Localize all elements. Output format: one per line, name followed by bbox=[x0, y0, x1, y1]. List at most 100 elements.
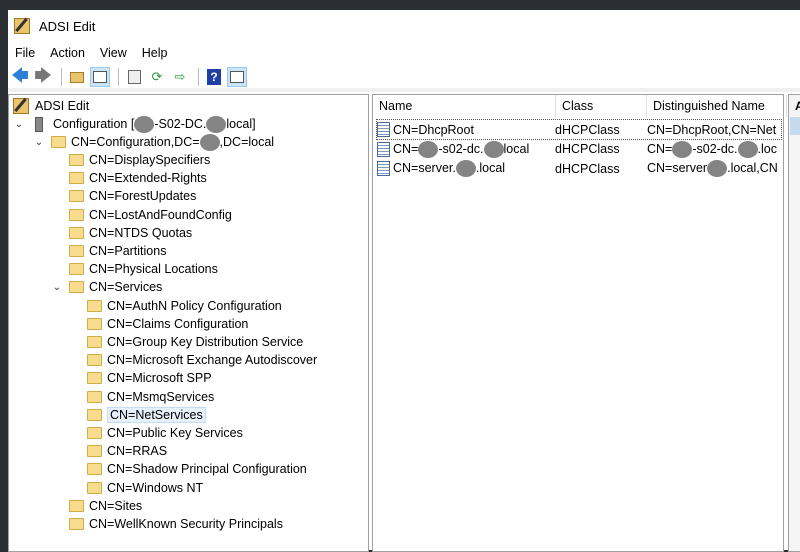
folder-icon bbox=[87, 481, 102, 494]
tree-item[interactable]: CN=Sites bbox=[69, 497, 142, 515]
dn-part: CN=server bbox=[647, 160, 708, 175]
action-pane: A bbox=[788, 94, 800, 552]
menu-view[interactable]: View bbox=[100, 46, 127, 60]
tree-item-label: CN=Windows NT bbox=[107, 480, 204, 495]
tree-item-label: CN=Microsoft Exchange Autodiscover bbox=[107, 353, 318, 368]
folder-icon bbox=[87, 408, 102, 421]
list-row[interactable]: CN= -s02-dc. local dHCPClass CN= -s02-dc. .loc… bbox=[377, 140, 781, 159]
tree-item[interactable]: CN=Physical Locations bbox=[69, 260, 218, 278]
folder-icon bbox=[69, 281, 84, 294]
redaction bbox=[707, 160, 728, 177]
tree-item[interactable]: ⌄ CN=Services bbox=[51, 278, 163, 296]
folder-icon bbox=[69, 226, 84, 239]
tree-item[interactable]: CN=Partitions bbox=[69, 242, 166, 260]
menu-action[interactable]: Action bbox=[50, 46, 85, 60]
tree-item-label: CN=Physical Locations bbox=[89, 262, 218, 277]
action-pane-selected-item[interactable] bbox=[790, 117, 800, 135]
forward-icon[interactable]: 🡆 bbox=[33, 66, 53, 87]
dn-cell: CN=server .local,CN= bbox=[647, 160, 777, 177]
folder-icon bbox=[87, 299, 102, 312]
tree-item[interactable]: CN=NetServices bbox=[87, 406, 206, 424]
toolbar: 🡄 🡆 ⟳ ⇨ ? bbox=[8, 66, 800, 92]
properties-icon[interactable] bbox=[124, 67, 144, 87]
adsi-edit-icon bbox=[14, 18, 30, 34]
menu-file[interactable]: File bbox=[15, 46, 35, 60]
tree-item[interactable]: CN=Public Key Services bbox=[87, 424, 243, 442]
column-header-class[interactable]: Class bbox=[556, 95, 647, 117]
tree-item[interactable]: CN=WellKnown Security Principals bbox=[69, 515, 283, 533]
tree-item[interactable]: CN=LostAndFoundConfig bbox=[69, 206, 232, 224]
back-icon[interactable]: 🡄 bbox=[10, 66, 30, 87]
column-header-name[interactable]: Name bbox=[373, 95, 556, 117]
chevron-down-icon[interactable]: ⌄ bbox=[13, 119, 25, 130]
tree-item[interactable]: CN=Windows NT bbox=[87, 479, 203, 497]
refresh-icon[interactable]: ⟳ bbox=[147, 67, 167, 87]
tree-item-label: CN=AuthN Policy Configuration bbox=[107, 298, 282, 313]
name-cell: CN=DhcpRoot bbox=[393, 123, 555, 137]
column-header-dn[interactable]: Distinguished Name bbox=[647, 95, 787, 117]
folder-icon bbox=[51, 136, 66, 148]
tree-item[interactable]: CN=ForestUpdates bbox=[69, 187, 196, 205]
dn-cell: CN= -s02-dc. .loca bbox=[647, 140, 777, 158]
export-list-icon[interactable]: ⇨ bbox=[170, 67, 190, 87]
tree-item-configuration[interactable]: ⌄ CN=Configuration,DC= ,DC=local bbox=[33, 133, 274, 151]
redaction bbox=[134, 115, 155, 133]
name-cell: CN= -s02-dc. local bbox=[393, 140, 555, 158]
tree-root-label: ADSI Edit bbox=[35, 99, 90, 113]
folder-icon bbox=[87, 336, 102, 348]
up-folder-icon[interactable] bbox=[67, 67, 87, 87]
menu-bar: File Action View Help bbox=[8, 42, 800, 64]
folder-icon bbox=[87, 427, 102, 439]
redaction bbox=[737, 140, 758, 158]
tree-item[interactable]: CN=NTDS Quotas bbox=[69, 224, 192, 242]
folder-icon bbox=[69, 190, 84, 203]
list-row[interactable]: CN=DhcpRoot dHCPClass CN=DhcpRoot,CN=NetS bbox=[376, 119, 782, 140]
tree-pane: ADSI Edit ⌄ Configuration [-S02-DC. local… bbox=[8, 94, 369, 552]
dn-part: CN=DhcpRoot,CN=NetS bbox=[647, 122, 777, 137]
tree-item[interactable]: CN=RRAS bbox=[87, 442, 167, 460]
tree-item-connection[interactable]: ⌄ Configuration [-S02-DC. local] bbox=[13, 115, 256, 133]
dhcp-object-icon bbox=[377, 141, 390, 157]
dn-part: CN= bbox=[647, 141, 673, 156]
adsi-edit-window: ADSI Edit File Action View Help 🡄 🡆 ⟳ ⇨ … bbox=[8, 10, 800, 552]
tree-item[interactable]: CN=Claims Configuration bbox=[87, 315, 248, 333]
redaction bbox=[672, 140, 693, 158]
tree-item-label: CN=NTDS Quotas bbox=[89, 225, 193, 240]
folder-icon bbox=[69, 499, 84, 512]
folder-icon bbox=[87, 390, 102, 403]
help-icon[interactable]: ? bbox=[204, 67, 224, 87]
tree-root[interactable]: ADSI Edit bbox=[13, 97, 89, 115]
tree-item[interactable]: CN=AuthN Policy Configuration bbox=[87, 297, 282, 315]
show-hide-tree-icon[interactable] bbox=[90, 67, 110, 87]
tree-item-label: CN=Shadow Principal Configuration bbox=[107, 462, 307, 477]
show-hide-action-pane-icon[interactable] bbox=[227, 67, 247, 87]
class-cell: dHCPClass bbox=[555, 161, 620, 176]
tree-item[interactable]: CN=Extended-Rights bbox=[69, 169, 207, 187]
tree-item-label: CN=MsmqServices bbox=[107, 389, 215, 404]
name-cell: CN=server. .local bbox=[393, 160, 555, 177]
redaction bbox=[483, 140, 504, 158]
label-part: ,DC=local bbox=[219, 135, 275, 149]
folder-icon bbox=[69, 245, 84, 257]
dn-part: .local,CN= bbox=[727, 160, 777, 175]
tree-item-label: CN=NetServices bbox=[107, 406, 206, 423]
name-part: CN=DhcpRoot bbox=[393, 122, 474, 137]
menu-help[interactable]: Help bbox=[142, 46, 168, 60]
dhcp-object-icon bbox=[377, 161, 390, 176]
dn-part: -s02-dc. bbox=[692, 141, 738, 156]
tree-item-label: CN=Sites bbox=[89, 498, 143, 513]
list-row[interactable]: CN=server. .local dHCPClass CN=server .local… bbox=[377, 159, 781, 178]
tree-item-label: CN=Extended-Rights bbox=[89, 171, 207, 186]
adsi-edit-icon bbox=[13, 98, 29, 114]
tree-item[interactable]: CN=Microsoft SPP bbox=[87, 369, 212, 387]
class-cell: dHCPClass bbox=[555, 122, 620, 137]
tree-item[interactable]: CN=DisplaySpecifiers bbox=[69, 151, 210, 169]
tree-item[interactable]: CN=Microsoft Exchange Autodiscover bbox=[87, 351, 317, 369]
tree-item[interactable]: CN=Group Key Distribution Service bbox=[87, 333, 303, 351]
chevron-down-icon[interactable]: ⌄ bbox=[51, 282, 63, 293]
folder-icon bbox=[69, 518, 84, 530]
tree-item-label: CN=DisplaySpecifiers bbox=[89, 153, 211, 167]
tree-item[interactable]: CN=MsmqServices bbox=[87, 388, 214, 406]
chevron-down-icon[interactable]: ⌄ bbox=[33, 137, 45, 148]
tree-item[interactable]: CN=Shadow Principal Configuration bbox=[87, 460, 307, 478]
